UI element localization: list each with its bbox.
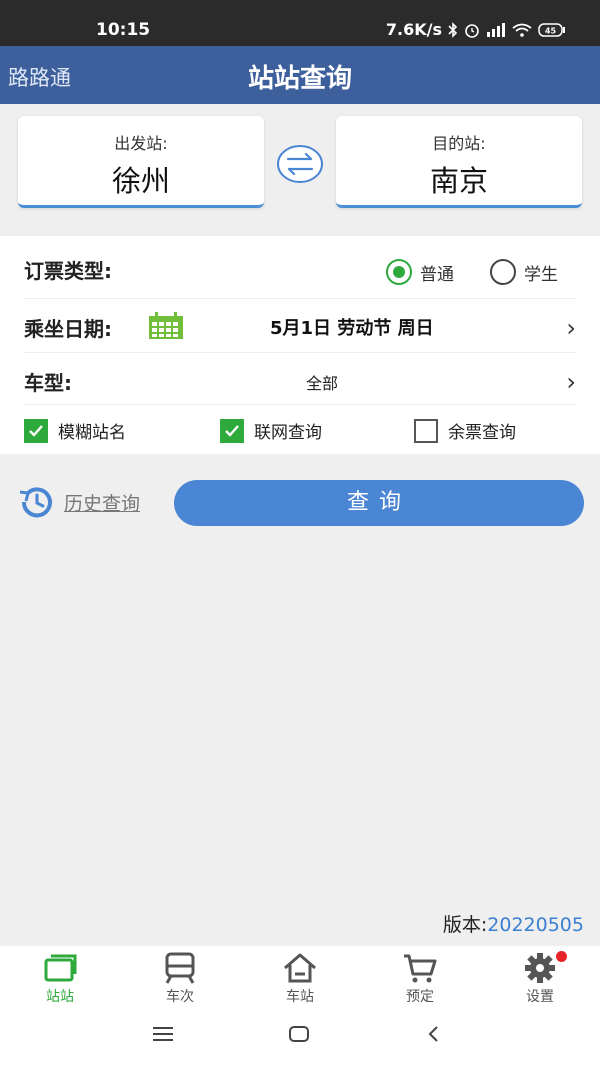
tab-booking[interactable]: 预定 (360, 946, 480, 1008)
battery-level: 45 (545, 26, 557, 35)
ticket-type-label: 订票类型: (24, 259, 112, 283)
battery-icon: 45 (538, 22, 565, 37)
swap-arrows-icon[interactable] (276, 144, 324, 184)
departure-station: 徐州 (111, 164, 170, 198)
version-number: 20220505 (487, 914, 584, 936)
back-icon[interactable] (426, 1024, 440, 1044)
cart-icon (404, 954, 437, 983)
remaining-tickets-label: 余票查询 (448, 423, 516, 443)
station-selector: 出发站: 徐州 目的站: 南京 (0, 104, 600, 236)
train-type-value: 全部 (306, 374, 339, 393)
checkbox-checked-icon (24, 418, 48, 443)
online-query-label: 联网查询 (254, 423, 322, 443)
fuzzy-station-label: 模糊站名 (58, 423, 126, 443)
date-label: 乘坐日期: (24, 317, 112, 341)
tab-settings-label: 设置 (526, 989, 554, 1005)
net-speed: 7.6K/s (385, 20, 442, 39)
checkbox-unchecked-icon (414, 418, 438, 443)
calendar-icon[interactable] (148, 312, 184, 340)
query-button[interactable]: 查询 (174, 480, 584, 526)
tab-station[interactable]: 车站 (240, 946, 360, 1008)
signal-icon (487, 22, 505, 37)
tab-train[interactable]: 车次 (120, 946, 240, 1008)
status-bar: 10:15 7.6K/s 45 (0, 0, 600, 46)
chevron-right-icon: › (566, 314, 576, 342)
query-form: 订票类型: 普通 学生 乘坐日期: 5月1日 劳动节 周日 › 车型: 全部 › (0, 236, 600, 454)
departure-label: 出发站: (114, 134, 168, 153)
wifi-icon (512, 23, 532, 37)
tab-station-label: 车站 (286, 989, 314, 1005)
train-icon (165, 952, 195, 984)
tab-train-label: 车次 (166, 989, 194, 1005)
remaining-tickets-checkbox[interactable]: 余票查询 (414, 418, 516, 443)
checkbox-checked-icon (220, 418, 244, 443)
radio-selected-icon (386, 259, 412, 285)
tab-booking-label: 预定 (406, 989, 434, 1005)
tab-settings[interactable]: 设置 (480, 946, 600, 1008)
train-type-label: 车型: (24, 371, 72, 395)
bottom-tab-bar: 站站 车次 车站 预定 设置 (0, 946, 600, 1008)
ticket-type-normal-radio[interactable]: 普通 (386, 259, 454, 285)
alarm-icon (465, 23, 479, 38)
tab-stations-label: 站站 (46, 989, 74, 1005)
online-query-checkbox[interactable]: 联网查询 (220, 418, 322, 443)
app-bar: 路路通 站站查询 (0, 46, 600, 104)
chevron-right-icon: › (566, 368, 576, 396)
tab-stations[interactable]: 站站 (0, 946, 120, 1008)
arrival-station: 南京 (429, 164, 488, 198)
date-row[interactable]: 乘坐日期: 5月1日 劳动节 周日 › (0, 298, 600, 354)
history-icon (19, 487, 52, 518)
ticket-type-student-radio[interactable]: 学生 (490, 259, 558, 285)
notification-badge (556, 951, 567, 962)
ticket-type-student-label: 学生 (524, 264, 558, 285)
date-value: 5月1日 劳动节 周日 (270, 318, 434, 339)
status-time: 10:15 (96, 20, 151, 40)
ticket-type-row: 订票类型: 普通 学生 (0, 240, 600, 296)
page-title: 站站查询 (247, 64, 352, 94)
radio-unselected-icon (490, 259, 516, 285)
home-icon[interactable] (288, 1024, 310, 1044)
gear-icon (525, 953, 555, 983)
history-query-label: 历史查询 (64, 492, 141, 515)
menu-icon[interactable] (152, 1024, 174, 1044)
stations-icon (44, 954, 77, 982)
ticket-type-normal-label: 普通 (420, 264, 454, 285)
bluetooth-icon (448, 21, 458, 38)
arrival-label: 目的站: (432, 134, 486, 153)
options-row: 模糊站名 联网查询 余票查询 (0, 400, 600, 456)
status-icons: 7.6K/s 45 (386, 20, 566, 39)
history-query-link[interactable]: 历史查询 (16, 484, 140, 520)
departure-station-card[interactable]: 出发站: 徐州 (18, 116, 264, 208)
version-info: 版本:20220505 (443, 910, 584, 937)
home-station-icon (284, 953, 316, 983)
version-prefix: 版本: (442, 914, 488, 936)
arrival-station-card[interactable]: 目的站: 南京 (336, 116, 582, 208)
fuzzy-station-checkbox[interactable]: 模糊站名 (24, 418, 126, 443)
system-nav-bar (0, 1008, 600, 1066)
